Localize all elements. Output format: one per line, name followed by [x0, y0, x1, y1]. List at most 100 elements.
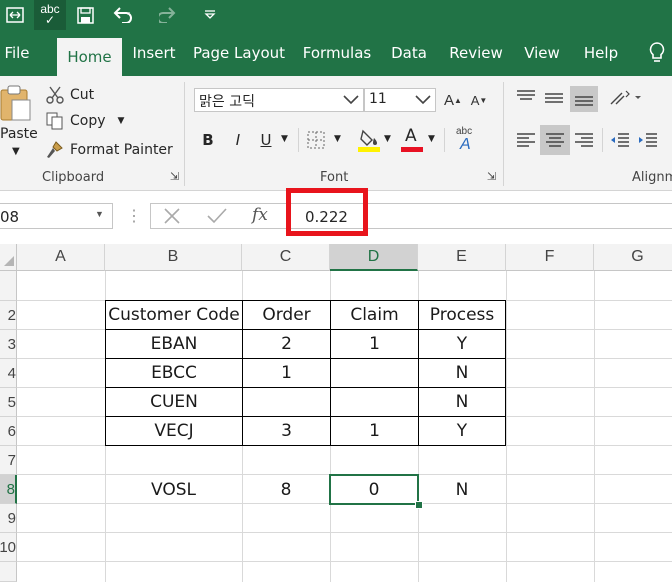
align-right-icon[interactable]	[572, 128, 596, 157]
tab-formulas[interactable]: Formulas	[298, 30, 376, 76]
tab-view[interactable]: View	[518, 30, 566, 76]
table-cell[interactable]: 1	[330, 329, 419, 359]
header-process[interactable]: Process	[418, 300, 506, 330]
table-cell[interactable]: N	[418, 358, 506, 388]
middle-align-icon[interactable]	[542, 88, 566, 113]
tab-data[interactable]: Data	[386, 30, 432, 76]
summary-process[interactable]: N	[418, 475, 506, 504]
row-header-7[interactable]: 7	[0, 446, 17, 475]
align-center-icon[interactable]	[540, 125, 570, 155]
row-header-3[interactable]: 3	[0, 330, 17, 359]
phonetic-guide-icon[interactable]: abc A	[454, 126, 478, 154]
paintbrush-icon	[47, 141, 63, 158]
tab-page-layout[interactable]: Page Layout	[190, 30, 288, 76]
header-customer-code[interactable]: Customer Code	[105, 300, 243, 330]
table-cell[interactable]: VECJ	[105, 416, 243, 446]
orientation-icon[interactable]	[608, 88, 642, 113]
bottom-align-icon[interactable]	[570, 86, 598, 112]
undo-icon[interactable]	[108, 0, 140, 30]
summary-customer-code[interactable]: VOSL	[105, 475, 242, 504]
row-header-10[interactable]: 10	[0, 533, 17, 562]
header-claim[interactable]: Claim	[330, 300, 419, 330]
bold-button[interactable]: B	[198, 128, 218, 152]
format-painter-button[interactable]: Format Painter	[46, 139, 176, 161]
table-cell[interactable]: 1	[330, 416, 419, 446]
customize-qat-icon[interactable]	[198, 0, 222, 30]
summary-order[interactable]: 8	[242, 475, 330, 504]
font-group-label: Font	[320, 170, 349, 185]
copy-dropdown-icon[interactable]: ▼	[118, 116, 125, 126]
column-header-f[interactable]: F	[506, 244, 594, 271]
row-header-8[interactable]: 8	[0, 475, 17, 504]
name-box[interactable]: 08 ▼	[0, 203, 113, 229]
row-header-4[interactable]: 4	[0, 359, 17, 388]
tab-file[interactable]: File	[0, 30, 34, 76]
clipboard-launcher-icon[interactable]: ⇲	[170, 170, 179, 183]
table-cell[interactable]: 1	[242, 358, 331, 388]
decrease-indent-icon[interactable]	[608, 128, 632, 157]
column-header-d[interactable]: D	[330, 244, 418, 271]
table-cell[interactable]	[330, 387, 419, 417]
font-size-combo[interactable]: 11	[364, 88, 436, 112]
header-order[interactable]: Order	[242, 300, 331, 330]
column-header-b[interactable]: B	[105, 244, 242, 271]
enter-icon[interactable]	[206, 207, 228, 230]
row-header-5[interactable]: 5	[0, 388, 17, 417]
tab-review[interactable]: Review	[444, 30, 508, 76]
name-box-dropdown-icon[interactable]: ▼	[95, 209, 104, 219]
underline-button[interactable]: U	[256, 128, 276, 152]
increase-font-size-icon[interactable]: A ▲	[442, 88, 464, 112]
table-cell[interactable]: Y	[418, 416, 506, 446]
fill-handle[interactable]	[415, 501, 423, 509]
borders-icon[interactable]	[306, 130, 326, 155]
table-cell[interactable]: CUEN	[105, 387, 243, 417]
spelling-icon[interactable]: abc ✓	[34, 0, 66, 30]
borders-dropdown-icon[interactable]: ▼	[334, 134, 341, 144]
gridline	[17, 532, 672, 533]
column-header-e[interactable]: E	[418, 244, 506, 271]
font-name-combo[interactable]: 맑은 고딕	[194, 88, 364, 112]
increase-indent-icon[interactable]	[636, 128, 660, 157]
tab-help[interactable]: Help	[578, 30, 624, 76]
autosave-icon[interactable]	[0, 0, 30, 30]
title-bar	[0, 0, 672, 30]
font-name-value: 맑은 고딕	[199, 94, 255, 110]
save-icon[interactable]	[72, 0, 98, 30]
insert-function-button[interactable]: fx	[252, 205, 268, 225]
lightbulb-icon[interactable]	[642, 30, 672, 76]
table-cell[interactable]: 3	[242, 416, 331, 446]
underline-dropdown-icon[interactable]: ▼	[281, 134, 288, 144]
font-launcher-icon[interactable]: ⇲	[487, 170, 496, 183]
table-cell[interactable]: EBAN	[105, 329, 243, 359]
decrease-font-size-icon[interactable]: A ▼	[468, 88, 490, 112]
column-header-a[interactable]: A	[17, 244, 105, 271]
table-cell[interactable]: N	[418, 387, 506, 417]
row-header-6[interactable]: 6	[0, 417, 17, 446]
row-header-partial[interactable]	[0, 271, 17, 301]
table-cell[interactable]	[242, 387, 331, 417]
paste-button[interactable]: Paste ▼	[0, 82, 40, 172]
copy-button[interactable]: Copy ▼	[46, 110, 146, 132]
table-cell[interactable]: Y	[418, 329, 506, 359]
font-color-icon[interactable]: A	[400, 126, 424, 154]
row-header-9[interactable]: 9	[0, 504, 17, 533]
row-header-2[interactable]: 2	[0, 301, 17, 330]
cut-button[interactable]: Cut	[46, 84, 146, 106]
select-all-corner[interactable]	[0, 244, 17, 271]
redo-icon[interactable]	[154, 0, 190, 30]
font-color-dropdown-icon[interactable]: ▼	[428, 134, 435, 144]
top-align-icon[interactable]	[514, 88, 538, 113]
table-cell[interactable]: 2	[242, 329, 331, 359]
row-header-partial[interactable]	[0, 562, 17, 582]
fill-color-icon[interactable]	[358, 128, 380, 157]
italic-button[interactable]: I	[228, 128, 248, 152]
cancel-icon[interactable]	[162, 207, 182, 230]
tab-home[interactable]: Home	[57, 38, 122, 76]
table-cell[interactable]: EBCC	[105, 358, 243, 388]
tab-insert[interactable]: Insert	[124, 30, 184, 76]
table-cell[interactable]	[330, 358, 419, 388]
fill-color-dropdown-icon[interactable]: ▼	[384, 134, 391, 144]
column-header-g[interactable]: G	[594, 244, 672, 271]
align-left-icon[interactable]	[514, 128, 538, 157]
column-header-c[interactable]: C	[242, 244, 330, 271]
